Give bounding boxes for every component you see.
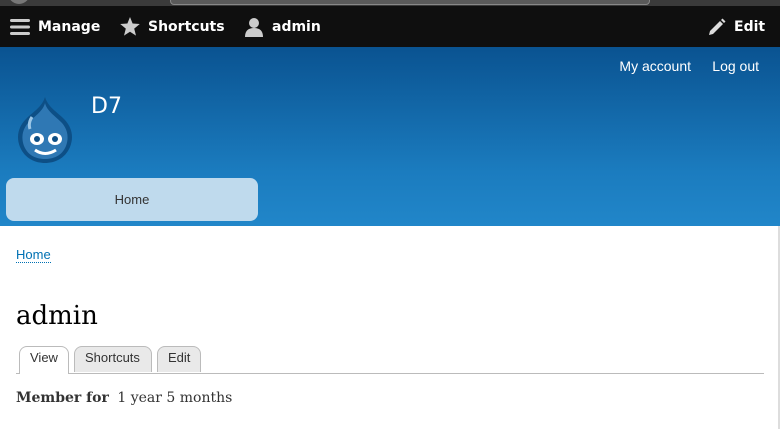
site-name[interactable]: D7: [91, 94, 122, 119]
browser-button-icon[interactable]: [8, 0, 30, 4]
toolbar-manage[interactable]: Manage: [10, 6, 100, 47]
toolbar-edit[interactable]: Edit: [708, 6, 765, 47]
toolbar-edit-label: Edit: [734, 18, 766, 35]
tab-shortcuts[interactable]: Shortcuts: [74, 346, 152, 372]
member-for-label: Member for: [16, 390, 109, 406]
tab-edit[interactable]: Edit: [157, 346, 201, 372]
person-icon: [244, 17, 264, 37]
pencil-icon: [708, 18, 726, 36]
toolbar-manage-label: Manage: [38, 18, 101, 35]
toolbar-shortcuts-label: Shortcuts: [148, 18, 225, 35]
toolbar-user-label: admin: [272, 18, 321, 35]
toolbar-shortcuts[interactable]: Shortcuts: [120, 6, 225, 47]
log-out-link[interactable]: Log out: [712, 58, 759, 74]
main-menu-home[interactable]: Home: [6, 178, 258, 221]
page-tabs: View Shortcuts Edit: [16, 346, 764, 374]
toolbar-user[interactable]: admin: [244, 6, 321, 47]
breadcrumb-home[interactable]: Home: [16, 247, 51, 263]
tab-edit-label: Edit: [168, 350, 191, 365]
page-title: admin: [16, 301, 98, 331]
address-bar[interactable]: [170, 0, 650, 5]
member-for-value: 1 year 5 months: [117, 390, 233, 406]
member-for-info: Member for 1 year 5 months: [16, 390, 232, 406]
tab-view-label: View: [30, 350, 58, 365]
drupal-logo-icon[interactable]: [14, 95, 76, 165]
my-account-link[interactable]: My account: [619, 58, 691, 74]
star-icon: [120, 17, 140, 36]
main-menu-home-label: Home: [114, 192, 150, 207]
site-header: My account Log out D7 Home: [0, 47, 780, 226]
admin-toolbar: Manage Shortcuts admin Edit: [0, 6, 780, 47]
tab-shortcuts-label: Shortcuts: [85, 350, 140, 365]
tab-view[interactable]: View: [19, 346, 69, 374]
hamburger-icon: [10, 18, 30, 36]
